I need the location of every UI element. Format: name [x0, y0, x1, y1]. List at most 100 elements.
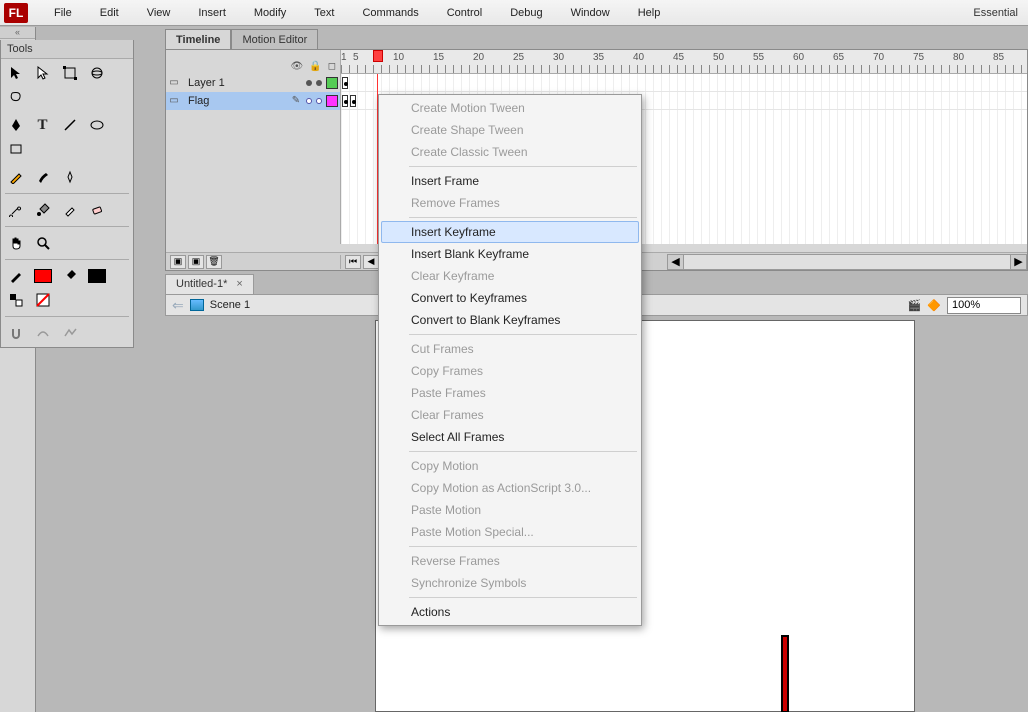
text-tool[interactable]: T — [30, 114, 55, 136]
ctx-clear-frames[interactable]: Clear Frames — [381, 404, 639, 426]
new-folder-button[interactable]: ▣ — [188, 255, 204, 269]
pencil-tool[interactable] — [3, 166, 28, 188]
lock-icon[interactable]: 🔒 — [309, 61, 321, 72]
stroke-swatch[interactable] — [30, 265, 55, 287]
layer-lock-dot[interactable] — [316, 98, 322, 104]
ctx-copy-motion-as3[interactable]: Copy Motion as ActionScript 3.0... — [381, 477, 639, 499]
no-color-icon[interactable] — [30, 289, 55, 311]
ctx-copy-frames[interactable]: Copy Frames — [381, 360, 639, 382]
free-transform-tool[interactable] — [57, 62, 82, 84]
ctx-create-classic-tween[interactable]: Create Classic Tween — [381, 141, 639, 163]
layer-visibility-dot[interactable] — [306, 98, 312, 104]
back-arrow-icon[interactable]: ⇐ — [172, 297, 184, 314]
edit-symbols-icon[interactable]: 🔶 — [927, 299, 941, 312]
ctx-cut-frames[interactable]: Cut Frames — [381, 338, 639, 360]
oval-tool[interactable] — [84, 114, 109, 136]
tab-motion-editor[interactable]: Motion Editor — [231, 29, 318, 50]
layers-list: ▭ Layer 1 ▭ Flag ✎ — [166, 74, 341, 244]
outline-icon[interactable]: ◻ — [328, 61, 336, 72]
ctx-copy-motion[interactable]: Copy Motion — [381, 455, 639, 477]
frame-row[interactable] — [341, 74, 1027, 92]
eraser-tool[interactable] — [84, 199, 109, 221]
pen-tool[interactable] — [3, 114, 28, 136]
layer-lock-dot[interactable] — [316, 80, 322, 86]
ctx-convert-to-blank-keyframes[interactable]: Convert to Blank Keyframes — [381, 309, 639, 331]
smooth-option-icon[interactable] — [30, 322, 55, 344]
ctx-create-motion-tween[interactable]: Create Motion Tween — [381, 97, 639, 119]
straighten-option-icon[interactable] — [57, 322, 82, 344]
tab-timeline[interactable]: Timeline — [165, 29, 231, 50]
subselection-tool[interactable] — [30, 62, 55, 84]
layer-name[interactable]: Layer 1 — [184, 77, 302, 89]
menu-text[interactable]: Text — [300, 2, 348, 24]
brush-tool[interactable] — [30, 166, 55, 188]
stage-object-flagpole[interactable] — [781, 635, 789, 712]
3d-rotation-tool[interactable] — [84, 62, 109, 84]
menu-view[interactable]: View — [133, 2, 185, 24]
ctx-paste-motion[interactable]: Paste Motion — [381, 499, 639, 521]
selection-tool[interactable] — [3, 62, 28, 84]
eyedropper-tool[interactable] — [57, 199, 82, 221]
step-back-button[interactable]: ◀ — [363, 255, 379, 269]
swap-colors-icon[interactable] — [3, 289, 28, 311]
new-layer-button[interactable]: ▣ — [170, 255, 186, 269]
tools-collapse-toggle[interactable]: « — [0, 27, 35, 39]
ctx-reverse-frames[interactable]: Reverse Frames — [381, 550, 639, 572]
menu-commands[interactable]: Commands — [348, 2, 432, 24]
layer-outline-swatch[interactable] — [326, 95, 338, 107]
ctx-synchronize-symbols[interactable]: Synchronize Symbols — [381, 572, 639, 594]
zoom-tool[interactable] — [30, 232, 55, 254]
ctx-paste-motion-special[interactable]: Paste Motion Special... — [381, 521, 639, 543]
ctx-convert-to-keyframes[interactable]: Convert to Keyframes — [381, 287, 639, 309]
delete-layer-button[interactable]: 🗑 — [206, 255, 222, 269]
stroke-color-tool[interactable] — [3, 265, 28, 287]
menu-control[interactable]: Control — [433, 2, 496, 24]
rectangle-tool[interactable] — [3, 138, 28, 160]
ctx-create-shape-tween[interactable]: Create Shape Tween — [381, 119, 639, 141]
timeline-scrollbar[interactable]: ◀ ▶ — [667, 254, 1027, 270]
menu-file[interactable]: File — [40, 2, 86, 24]
eye-icon[interactable]: 👁 — [291, 61, 304, 72]
ctx-select-all-frames[interactable]: Select All Frames — [381, 426, 639, 448]
line-tool[interactable] — [57, 114, 82, 136]
fill-swatch[interactable] — [84, 265, 109, 287]
hand-tool[interactable] — [3, 232, 28, 254]
keyframe-icon[interactable] — [350, 95, 356, 107]
layer-row[interactable]: ▭ Flag ✎ — [166, 92, 340, 110]
fill-color-tool[interactable] — [57, 265, 82, 287]
ctx-actions[interactable]: Actions — [381, 601, 639, 623]
workspace-switcher[interactable]: Essential — [973, 7, 1028, 19]
menu-help[interactable]: Help — [624, 2, 675, 24]
menu-window[interactable]: Window — [557, 2, 624, 24]
deco-tool[interactable] — [57, 166, 82, 188]
ctx-remove-frames[interactable]: Remove Frames — [381, 192, 639, 214]
scroll-left-icon[interactable]: ◀ — [668, 255, 684, 269]
ctx-insert-frame[interactable]: Insert Frame — [381, 170, 639, 192]
scroll-right-icon[interactable]: ▶ — [1010, 255, 1026, 269]
menu-insert[interactable]: Insert — [184, 2, 240, 24]
goto-first-button[interactable]: ⏮ — [345, 255, 361, 269]
layer-outline-swatch[interactable] — [326, 77, 338, 89]
layer-name[interactable]: Flag — [184, 95, 286, 107]
keyframe-icon[interactable] — [342, 95, 348, 107]
snap-option-icon[interactable] — [3, 322, 28, 344]
paint-bucket-tool[interactable] — [30, 199, 55, 221]
menu-debug[interactable]: Debug — [496, 2, 556, 24]
zoom-input[interactable] — [947, 297, 1021, 314]
close-icon[interactable]: × — [236, 278, 242, 290]
menu-edit[interactable]: Edit — [86, 2, 133, 24]
ctx-paste-frames[interactable]: Paste Frames — [381, 382, 639, 404]
ctx-clear-keyframe[interactable]: Clear Keyframe — [381, 265, 639, 287]
layer-visibility-dot[interactable] — [306, 80, 312, 86]
edit-scene-icon[interactable]: 🎬 — [908, 299, 922, 312]
ctx-insert-keyframe[interactable]: Insert Keyframe — [381, 221, 639, 243]
layer-row[interactable]: ▭ Layer 1 — [166, 74, 340, 92]
keyframe-icon[interactable] — [342, 77, 348, 89]
ctx-insert-blank-keyframe[interactable]: Insert Blank Keyframe — [381, 243, 639, 265]
document-tab[interactable]: Untitled-1* × — [165, 274, 254, 294]
menu-modify[interactable]: Modify — [240, 2, 300, 24]
frame-ruler[interactable]: 1 5 10 15 20 25 30 35 40 45 50 55 60 65 … — [341, 50, 1027, 74]
playhead-icon[interactable] — [373, 50, 383, 62]
bone-tool[interactable] — [3, 199, 28, 221]
lasso-tool[interactable] — [3, 86, 28, 108]
